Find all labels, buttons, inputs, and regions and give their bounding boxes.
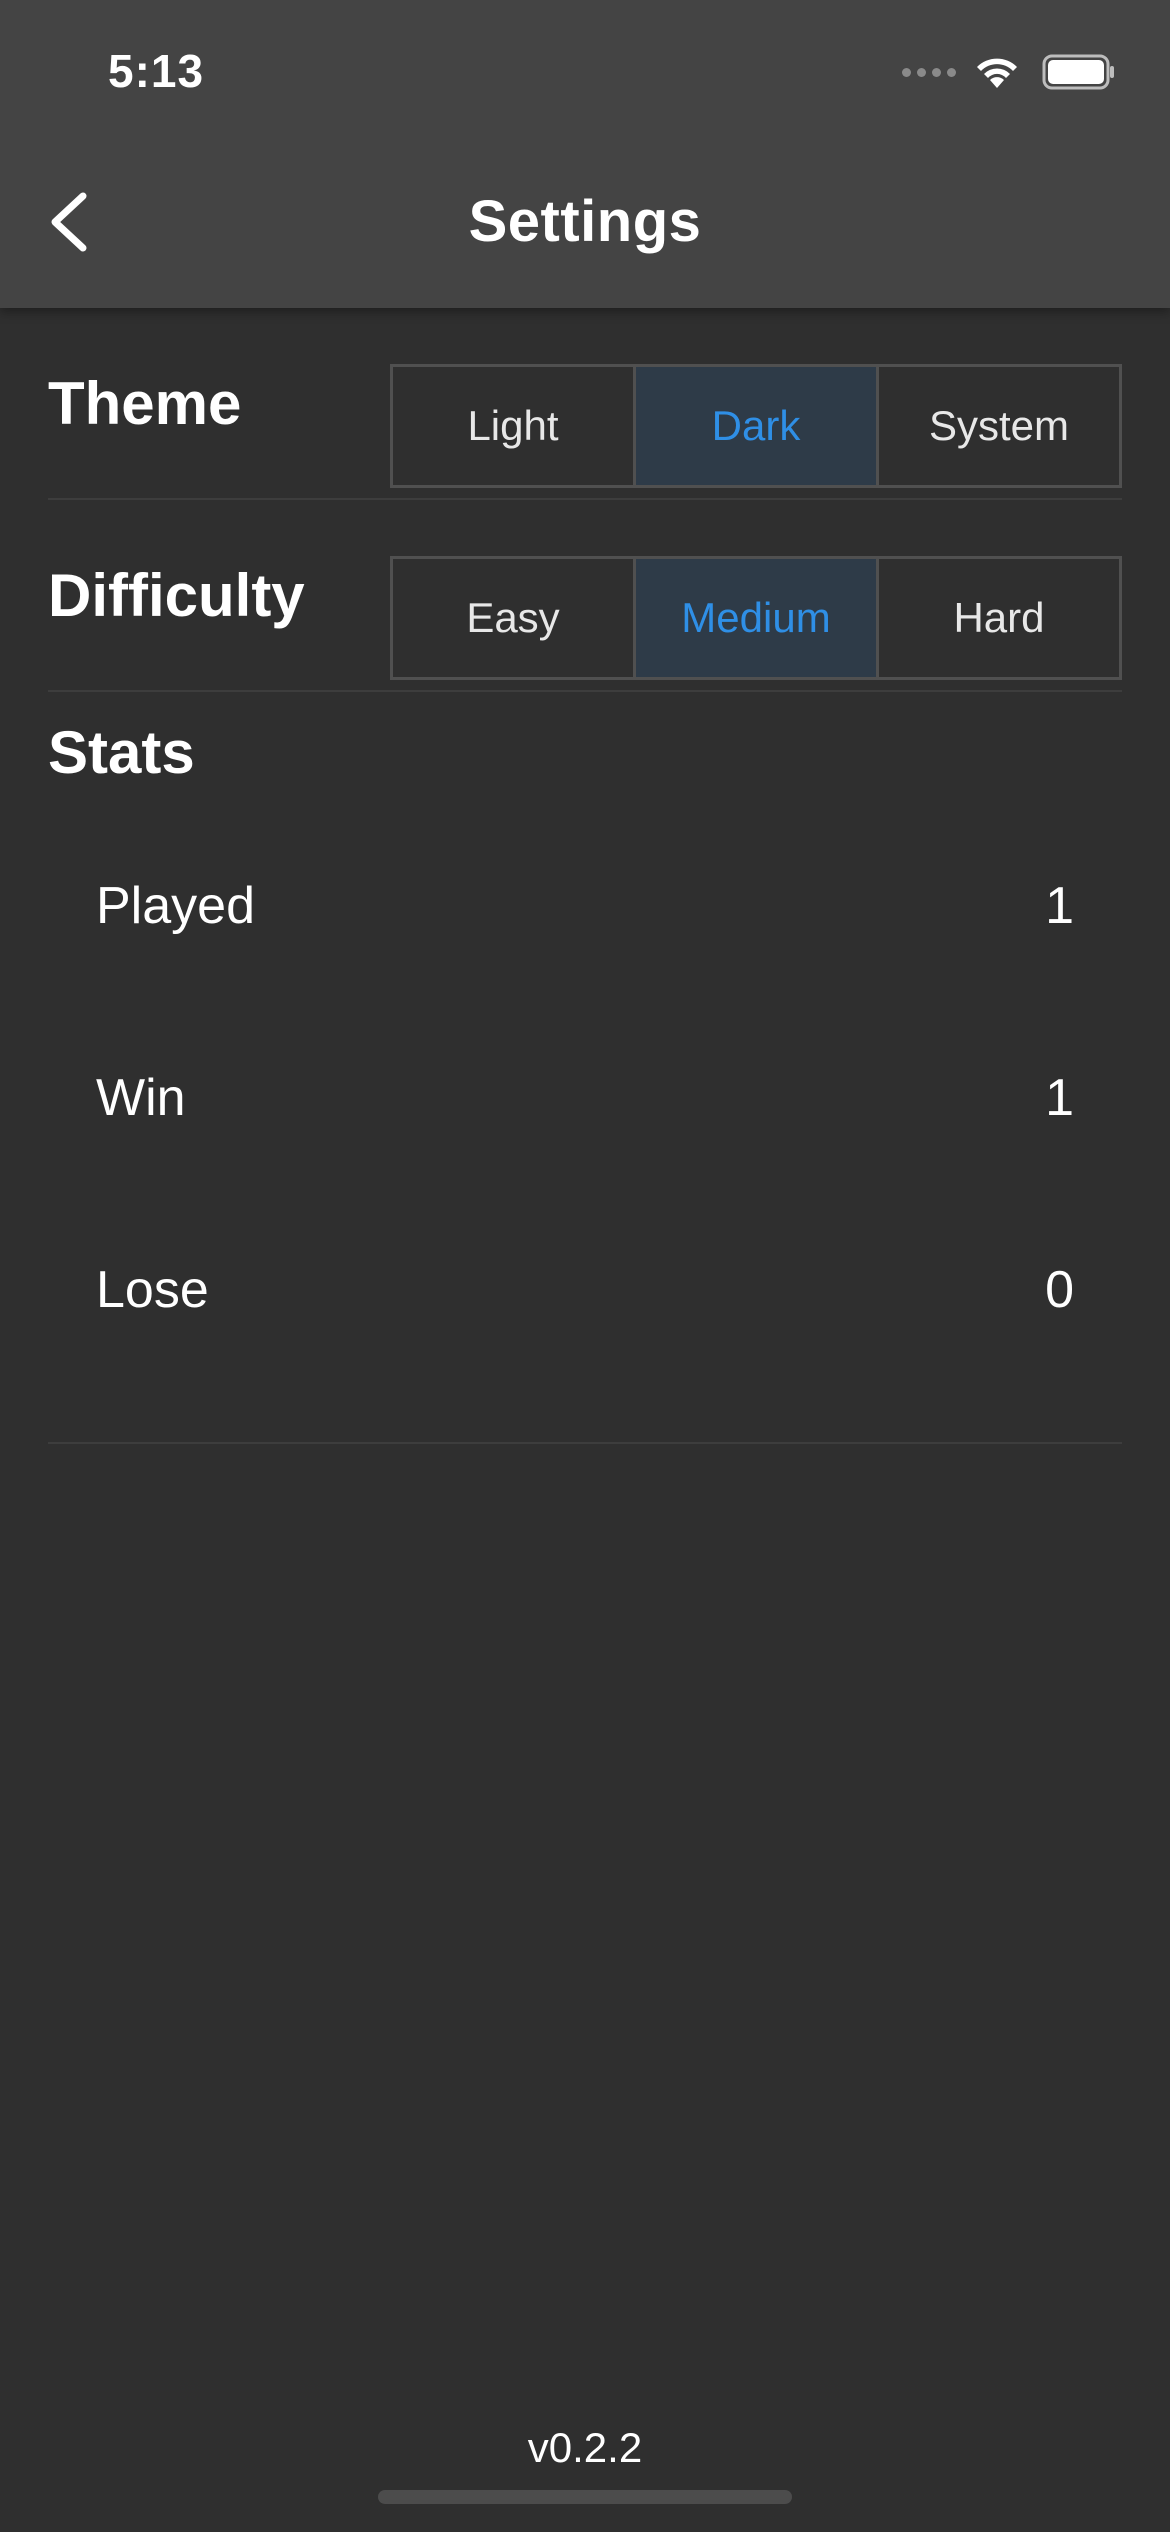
difficulty-label: Difficulty	[48, 561, 305, 629]
stat-value: 1	[1045, 1069, 1074, 1127]
stats-section: Stats Played 1 Win 1 Lose 0	[48, 692, 1122, 1444]
stat-label: Played	[96, 877, 255, 935]
stat-row-win: Win 1	[48, 1002, 1122, 1194]
stat-label: Win	[96, 1069, 186, 1127]
theme-option-light[interactable]: Light	[393, 367, 636, 485]
header: 5:13 Settings	[0, 0, 1170, 308]
difficulty-option-hard[interactable]: Hard	[879, 559, 1119, 677]
stats-title: Stats	[48, 719, 195, 786]
settings-screen: 5:13 Settings Theme Light Dark System Di…	[0, 0, 1170, 2532]
stat-row-played: Played 1	[48, 810, 1122, 1002]
wifi-icon	[977, 58, 1017, 88]
theme-row: Theme Light Dark System	[48, 308, 1122, 500]
difficulty-option-medium[interactable]: Medium	[636, 559, 879, 677]
stat-row-lose: Lose 0	[48, 1194, 1122, 1386]
stat-label: Lose	[96, 1261, 209, 1319]
home-indicator[interactable]	[378, 2490, 792, 2504]
status-time: 5:13	[108, 45, 205, 97]
version-label: v0.2.2	[527, 2424, 643, 2471]
theme-option-dark[interactable]: Dark	[636, 367, 879, 485]
difficulty-option-easy[interactable]: Easy	[393, 559, 636, 677]
difficulty-segmented-control: Easy Medium Hard	[390, 556, 1122, 680]
theme-label: Theme	[48, 369, 242, 437]
signal-icon	[902, 67, 956, 77]
page-title: Settings	[468, 189, 702, 254]
difficulty-row: Difficulty Easy Medium Hard	[48, 500, 1122, 692]
stat-value: 0	[1045, 1261, 1074, 1319]
battery-icon	[1042, 54, 1114, 90]
theme-option-system[interactable]: System	[879, 367, 1119, 485]
theme-segmented-control: Light Dark System	[390, 364, 1122, 488]
settings-content: Theme Light Dark System Difficulty Easy …	[48, 308, 1122, 1444]
stat-value: 1	[1045, 877, 1074, 935]
status-icons	[902, 52, 1116, 92]
